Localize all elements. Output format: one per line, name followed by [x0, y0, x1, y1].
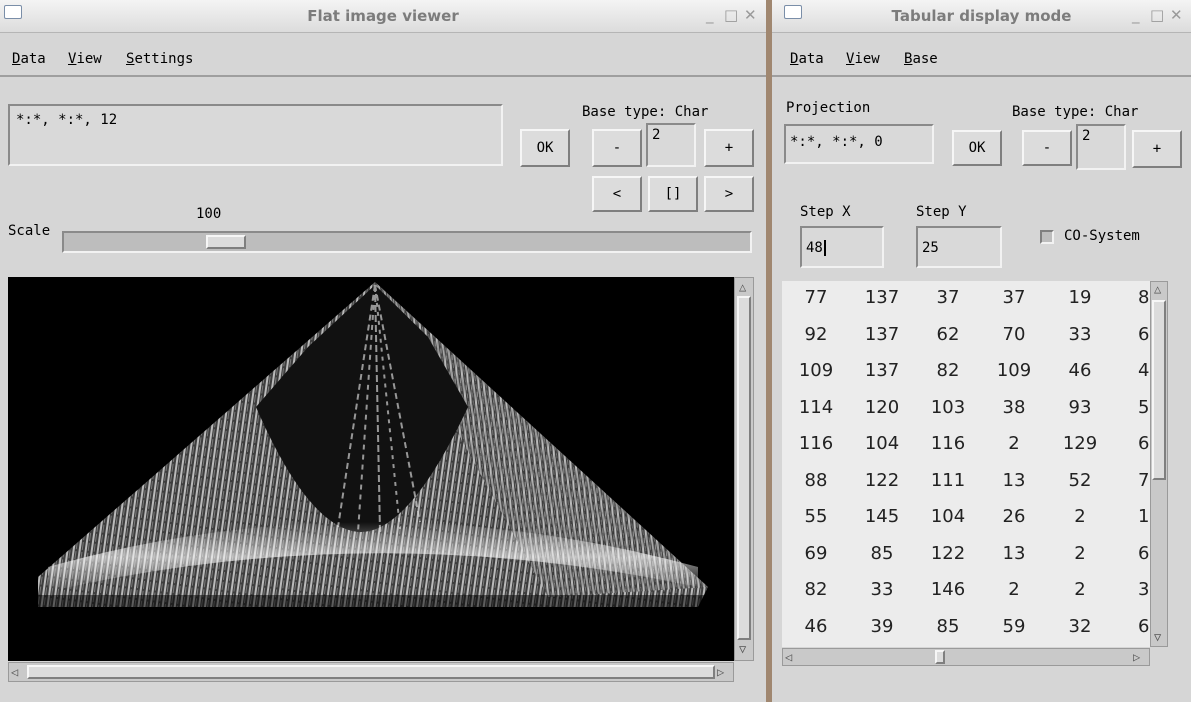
scale-label: Scale [8, 223, 51, 239]
base-value-input[interactable]: 2 [1076, 124, 1126, 170]
table-row: 5514510426210 [782, 506, 1150, 543]
maximize-icon[interactable]: □ [724, 6, 738, 24]
menu-base[interactable]: Base [904, 51, 938, 67]
menu-data[interactable]: Data [12, 51, 46, 67]
window-title: Tabular display mode [891, 7, 1072, 25]
flat-image-viewer-window: Flat image viewer _ □ ✕ Data View Settin… [0, 0, 766, 702]
tabular-display-window: Tabular display mode _ □ ✕ Data View Bas… [772, 0, 1191, 702]
image-canvas[interactable] [8, 277, 734, 661]
scroll-right-icon[interactable]: ▷ [717, 665, 724, 679]
table-cell[interactable]: 129 [1040, 433, 1120, 454]
data-table: 77 137 37 37 19 8 92 137 62 70 33 6 109 137 82 109 46 4 11… [782, 281, 1150, 647]
table-cell[interactable]: 6 [1138, 616, 1150, 637]
base-type-label: Base type: Char [1012, 104, 1139, 120]
menu-bar: Data View Base [772, 33, 1191, 77]
table-cell[interactable]: 52 [1040, 470, 1120, 491]
close-icon[interactable]: ✕ [744, 6, 757, 24]
table-row: 92 137 62 70 33 6 [782, 324, 1150, 361]
table-cell[interactable]: 8 [1138, 287, 1150, 308]
scroll-left-icon[interactable]: ◁ [785, 650, 792, 664]
table-row: 82 33 146 2 2 3 [782, 579, 1150, 616]
table-cell[interactable]: 4 [1138, 360, 1150, 381]
minimize-icon[interactable]: _ [706, 6, 714, 24]
table-cell[interactable]: 6 [1138, 543, 1150, 564]
table-cell[interactable]: 6 [1138, 324, 1150, 345]
image-vertical-scrollbar[interactable]: △ ▽ [734, 277, 754, 661]
ok-button[interactable]: OK [952, 130, 1002, 166]
menu-view[interactable]: View [68, 51, 102, 67]
menu-view[interactable]: View [846, 51, 880, 67]
projection-input-text: *:*, *:*, 12 [16, 112, 118, 128]
decrement-button[interactable]: - [592, 129, 642, 167]
table-row: 88 122 111 13 52 7 [782, 470, 1150, 507]
menu-bar: Data View Settings [0, 33, 766, 77]
table-cell[interactable]: 2 [1040, 543, 1120, 564]
table-cell[interactable]: 46 [1040, 360, 1120, 381]
menu-data[interactable]: Data [790, 51, 824, 67]
table-row: 46 39 85 59 32 6 [782, 616, 1150, 648]
table-horizontal-scrollbar[interactable]: ◁ ▷ [782, 648, 1150, 666]
table-cell[interactable]: 5 [1138, 397, 1150, 418]
menu-settings[interactable]: Settings [126, 51, 193, 67]
table-cell[interactable]: 7 [1138, 470, 1150, 491]
scale-slider-thumb[interactable] [206, 235, 246, 249]
previous-button[interactable]: < [592, 176, 642, 212]
base-value-input[interactable]: 2 [646, 123, 696, 167]
reset-view-button[interactable]: [] [648, 176, 698, 212]
minimize-icon[interactable]: _ [1132, 6, 1140, 24]
increment-button[interactable]: + [704, 129, 754, 167]
text-caret [823, 240, 826, 256]
table-row: 114 120 103 38 93 5 [782, 397, 1150, 434]
table-cell[interactable]: 2 [1040, 579, 1120, 600]
step-x-label: Step X [800, 204, 851, 220]
close-icon[interactable]: ✕ [1170, 6, 1183, 24]
scroll-down-icon[interactable]: ▽ [1154, 630, 1161, 644]
table-cell[interactable]: 6 [1138, 433, 1150, 454]
next-button[interactable]: > [704, 176, 754, 212]
co-system-checkbox[interactable] [1040, 230, 1054, 244]
vertical-scroll-thumb[interactable] [737, 296, 751, 640]
table-cell[interactable]: 10 [1138, 506, 1150, 527]
title-bar[interactable]: Flat image viewer _ □ ✕ [0, 0, 766, 33]
projection-input[interactable]: *:*, *:*, 0 [784, 124, 934, 164]
ok-button[interactable]: OK [520, 129, 570, 167]
title-bar[interactable]: Tabular display mode _ □ ✕ [772, 0, 1191, 33]
table-vertical-scrollbar[interactable]: △ ▽ [1150, 281, 1168, 647]
image-horizontal-scrollbar[interactable]: ◁ ▷ [8, 662, 734, 682]
window-title: Flat image viewer [307, 7, 459, 25]
scale-value: 100 [196, 206, 222, 222]
step-y-label: Step Y [916, 204, 967, 220]
table-row: 77 137 37 37 19 8 [782, 287, 1150, 324]
table-cell[interactable]: 3 [1138, 579, 1150, 600]
maximize-icon[interactable]: □ [1150, 6, 1164, 24]
decrement-button[interactable]: - [1022, 130, 1072, 166]
table-cell[interactable]: 2 [1040, 506, 1120, 527]
increment-button[interactable]: + [1132, 130, 1182, 168]
scroll-up-icon[interactable]: △ [739, 280, 746, 294]
sinogram-image [38, 282, 708, 609]
step-y-input[interactable]: 25 [916, 226, 1002, 268]
scale-slider[interactable] [62, 231, 752, 253]
co-system-label: CO-System [1064, 228, 1140, 244]
horizontal-scroll-thumb[interactable] [27, 665, 715, 679]
scroll-down-icon[interactable]: ▽ [739, 642, 746, 656]
step-x-input[interactable]: 48 [800, 226, 884, 268]
table-row: 109 137 82 109 46 4 [782, 360, 1150, 397]
table-cell[interactable]: 33 [1040, 324, 1120, 345]
table-cell[interactable]: 93 [1040, 397, 1120, 418]
scroll-right-icon[interactable]: ▷ [1133, 650, 1140, 664]
projection-label: Projection [786, 100, 871, 116]
table-vertical-scroll-thumb[interactable] [1152, 300, 1166, 480]
scroll-up-icon[interactable]: △ [1154, 282, 1161, 296]
table-horizontal-scroll-thumb[interactable] [935, 650, 945, 664]
scroll-left-icon[interactable]: ◁ [11, 665, 18, 679]
table-row: 69 85 122 13 2 6 [782, 543, 1150, 580]
base-type-label: Base type: Char [582, 104, 709, 120]
projection-input[interactable]: *:*, *:*, 12 [8, 104, 503, 166]
table-cell[interactable]: 19 [1040, 287, 1120, 308]
table-cell[interactable]: 32 [1040, 616, 1120, 637]
table-row: 116 104 116 2 129 6 [782, 433, 1150, 470]
